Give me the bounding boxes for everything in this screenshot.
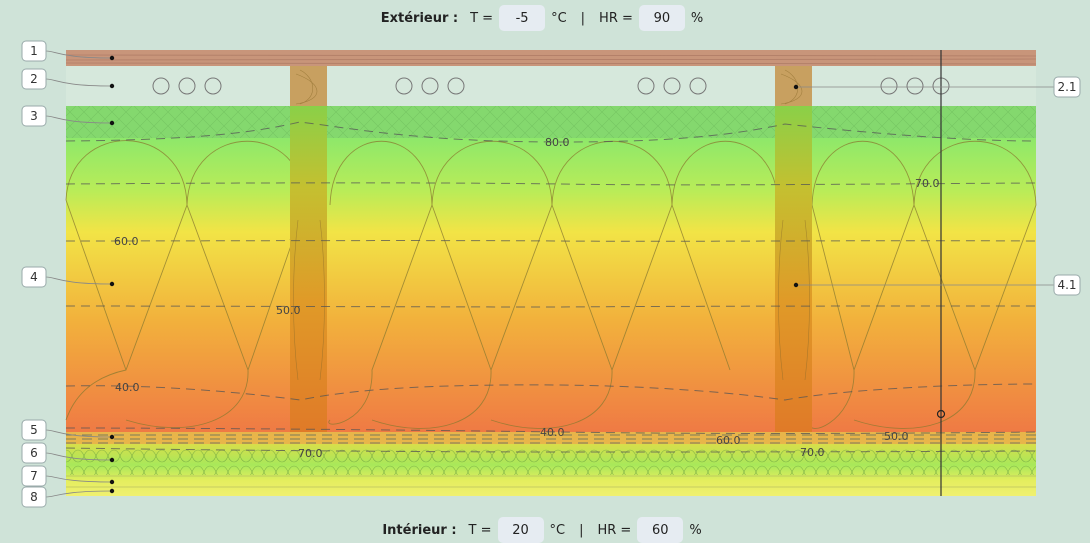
interior-label: Intérieur : <box>382 522 457 538</box>
svg-text:1: 1 <box>30 44 38 58</box>
svg-text:4.1: 4.1 <box>1057 278 1076 292</box>
isoline-label: 60.0 <box>716 434 741 447</box>
isoline-label: 80.0 <box>545 136 570 149</box>
interior-t-label: T = <box>468 522 492 538</box>
isoline-label: 40.0 <box>115 381 140 394</box>
service-cavity-layer <box>66 447 1036 475</box>
stud-2 <box>775 106 812 432</box>
interior-temperature-input[interactable] <box>497 517 544 543</box>
isoline-label: 70.0 <box>915 177 940 190</box>
layer-tag-8[interactable]: 8 <box>21 486 47 508</box>
stud-2-top <box>775 66 812 106</box>
interior-t-unit: °C <box>549 522 566 538</box>
layer-tag-5[interactable]: 5 <box>21 419 47 441</box>
svg-text:3: 3 <box>30 109 38 123</box>
wall-section-diagram: 80.0 70.0 60.0 50.0 40.0 40.0 60.0 50.0 … <box>21 40 1081 508</box>
layer-tag-6[interactable]: 6 <box>21 442 47 464</box>
stud-1-top <box>290 66 327 106</box>
interior-hr-unit: % <box>689 522 702 538</box>
svg-text:2.1: 2.1 <box>1057 80 1076 94</box>
layer-tag-7[interactable]: 7 <box>21 465 47 487</box>
isoline-label: 70.0 <box>800 446 825 459</box>
stud-1 <box>290 106 327 432</box>
isoline-label: 40.0 <box>540 426 565 439</box>
isoline-label: 70.0 <box>298 447 323 460</box>
interior-separator: | <box>579 522 584 538</box>
svg-text:6: 6 <box>30 446 38 460</box>
interior-conditions: Intérieur : T = °C | HR = % <box>0 517 1090 543</box>
stud-tag-2-1[interactable]: 2.1 <box>1053 76 1081 98</box>
svg-text:8: 8 <box>30 490 38 504</box>
isoline-label: 50.0 <box>884 430 909 443</box>
svg-text:5: 5 <box>30 423 38 437</box>
interior-hr-label: HR = <box>597 522 632 538</box>
stud-tag-4-1[interactable]: 4.1 <box>1053 274 1081 296</box>
isoline-label: 50.0 <box>276 304 301 317</box>
air-gap-layer <box>66 66 1036 106</box>
layer-tag-2[interactable]: 2 <box>21 68 47 90</box>
svg-text:4: 4 <box>30 270 38 284</box>
interior-humidity-input[interactable] <box>637 517 684 543</box>
svg-text:2: 2 <box>30 72 38 86</box>
layer-tag-1[interactable]: 1 <box>21 40 47 62</box>
layer-tag-4[interactable]: 4 <box>21 266 47 288</box>
isoline-label: 60.0 <box>114 235 139 248</box>
layer-tag-3[interactable]: 3 <box>21 105 47 127</box>
svg-text:7: 7 <box>30 469 38 483</box>
